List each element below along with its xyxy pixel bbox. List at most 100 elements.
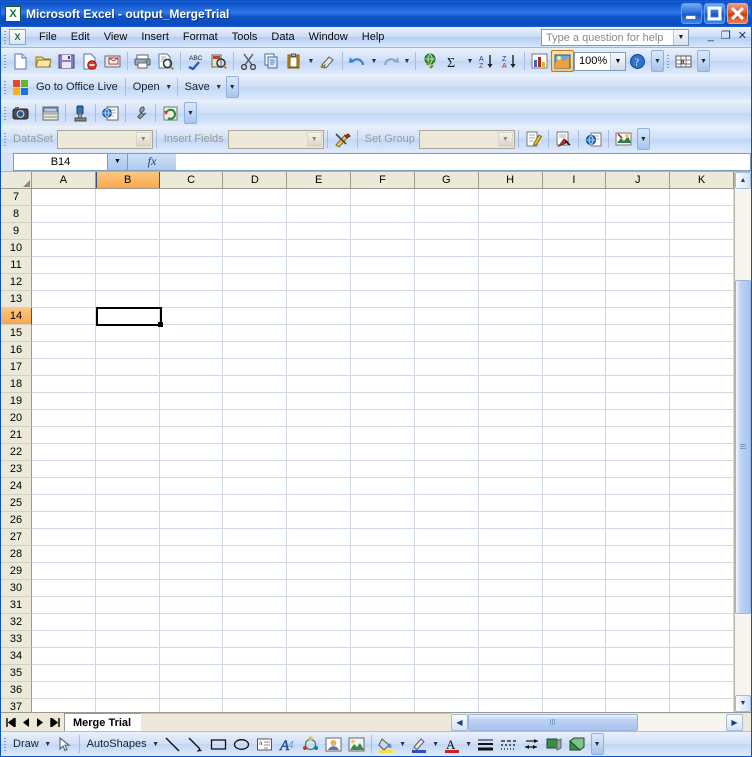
grid-cell[interactable]	[542, 393, 607, 410]
row-header[interactable]: 35	[1, 665, 32, 682]
grid-cell[interactable]	[287, 461, 352, 478]
column-header[interactable]: B	[95, 172, 160, 188]
grid-cell[interactable]	[670, 342, 734, 359]
print-preview-icon[interactable]	[154, 50, 177, 72]
sort-descending-icon[interactable]: ZA	[498, 50, 521, 72]
grid-cell[interactable]	[414, 427, 479, 444]
run-icon[interactable]	[552, 128, 575, 150]
open-icon[interactable]	[32, 50, 55, 72]
grid-cell[interactable]	[606, 427, 671, 444]
grid-cell[interactable]	[414, 240, 479, 257]
grid-cell[interactable]	[670, 461, 734, 478]
close-button[interactable]	[727, 3, 748, 24]
dataset-combo[interactable]: ▼	[56, 129, 153, 149]
grid-cell[interactable]	[159, 274, 224, 291]
grid-cell[interactable]	[287, 427, 352, 444]
horizontal-scroll-thumb[interactable]	[468, 713, 639, 731]
grid-cell[interactable]	[32, 274, 96, 291]
grid-cell[interactable]	[478, 682, 543, 699]
grid-cell[interactable]	[223, 376, 288, 393]
dataset-toolbar-overflow-icon[interactable]: ▼	[636, 128, 650, 150]
grid-cell[interactable]	[478, 257, 543, 274]
grid-cell[interactable]	[287, 206, 352, 223]
grid-cell[interactable]	[287, 223, 352, 240]
grid-cell[interactable]	[287, 342, 352, 359]
grid-cell[interactable]	[542, 563, 607, 580]
grid-cell[interactable]	[95, 512, 160, 529]
grid-cell[interactable]	[159, 308, 224, 325]
row-header[interactable]: 18	[1, 376, 32, 393]
text-box-icon[interactable]: A	[253, 733, 276, 755]
grid-cell[interactable]	[95, 529, 160, 546]
grid-cell[interactable]	[95, 410, 160, 427]
grid-cell[interactable]	[542, 206, 607, 223]
grid-cell[interactable]	[351, 614, 415, 631]
grid-cell[interactable]	[159, 189, 224, 206]
grid-cell[interactable]	[670, 359, 734, 376]
grid-cell[interactable]	[478, 240, 543, 257]
grid-cell[interactable]	[287, 580, 352, 597]
grid-cell[interactable]	[159, 665, 224, 682]
grid-cell[interactable]	[478, 325, 543, 342]
chevron-down-icon[interactable]: ▼	[673, 30, 688, 45]
grid-cell[interactable]	[670, 529, 734, 546]
grid-cell[interactable]	[670, 580, 734, 597]
doc-close-button[interactable]: ✕	[738, 30, 747, 42]
grid-cell[interactable]	[159, 427, 224, 444]
grid-cell[interactable]	[414, 512, 479, 529]
cell-grid[interactable]	[32, 189, 734, 712]
column-header[interactable]: A	[32, 172, 96, 188]
grid-cell[interactable]	[287, 257, 352, 274]
grid-cell[interactable]	[351, 359, 415, 376]
grid-cell[interactable]	[479, 699, 543, 712]
grid-cell[interactable]	[670, 206, 734, 223]
menu-format[interactable]: Format	[176, 29, 225, 45]
print-icon[interactable]	[131, 50, 154, 72]
grid-cell[interactable]	[159, 444, 224, 461]
report-icon[interactable]	[39, 102, 62, 124]
grid-cell[interactable]	[223, 257, 288, 274]
grid-cell[interactable]	[223, 291, 288, 308]
maximize-button[interactable]	[704, 3, 725, 24]
grid-cell[interactable]	[670, 240, 734, 257]
grid-cell[interactable]	[670, 410, 734, 427]
grid-cell[interactable]	[95, 682, 160, 699]
help-icon[interactable]: ?	[626, 50, 649, 72]
column-header[interactable]: C	[159, 172, 224, 188]
sort-ascending-icon[interactable]: AZ	[475, 50, 498, 72]
grid-cell[interactable]	[159, 631, 224, 648]
menu-view[interactable]: View	[97, 29, 135, 45]
grid-cell[interactable]	[414, 631, 479, 648]
grid-cell[interactable]	[351, 631, 415, 648]
grid-cell[interactable]	[159, 478, 224, 495]
grid-cell[interactable]	[542, 325, 607, 342]
grid-cell[interactable]	[95, 614, 160, 631]
list-toolbar-icon[interactable]: a	[672, 50, 695, 72]
grid-cell[interactable]	[670, 223, 734, 240]
grid-cell[interactable]	[542, 427, 607, 444]
grid-cell[interactable]	[606, 648, 671, 665]
grid-cell[interactable]	[478, 274, 543, 291]
grid-cell[interactable]	[287, 393, 352, 410]
grid-cell[interactable]	[95, 546, 160, 563]
grid-cell[interactable]	[159, 325, 224, 342]
grid-cell[interactable]	[542, 648, 607, 665]
name-box-dropdown-icon[interactable]: ▼	[108, 152, 128, 171]
grid-cell[interactable]	[414, 223, 479, 240]
grid-cell[interactable]	[670, 546, 734, 563]
grid-cell[interactable]	[95, 308, 160, 325]
cut-icon[interactable]	[237, 50, 260, 72]
grid-cell[interactable]	[351, 682, 415, 699]
column-header[interactable]: I	[542, 172, 607, 188]
toolbar-options-icon[interactable]: ▼	[651, 50, 664, 72]
grid-cell[interactable]	[478, 359, 543, 376]
grid-cell[interactable]	[670, 291, 734, 308]
grid-cell[interactable]	[670, 189, 734, 206]
column-header[interactable]: D	[223, 172, 288, 188]
grid-cell[interactable]	[159, 580, 224, 597]
grid-cell[interactable]	[478, 308, 543, 325]
grid-cell[interactable]	[606, 631, 671, 648]
grid-cell[interactable]	[606, 325, 671, 342]
grid-cell[interactable]	[478, 546, 543, 563]
save-icon[interactable]	[55, 50, 78, 72]
